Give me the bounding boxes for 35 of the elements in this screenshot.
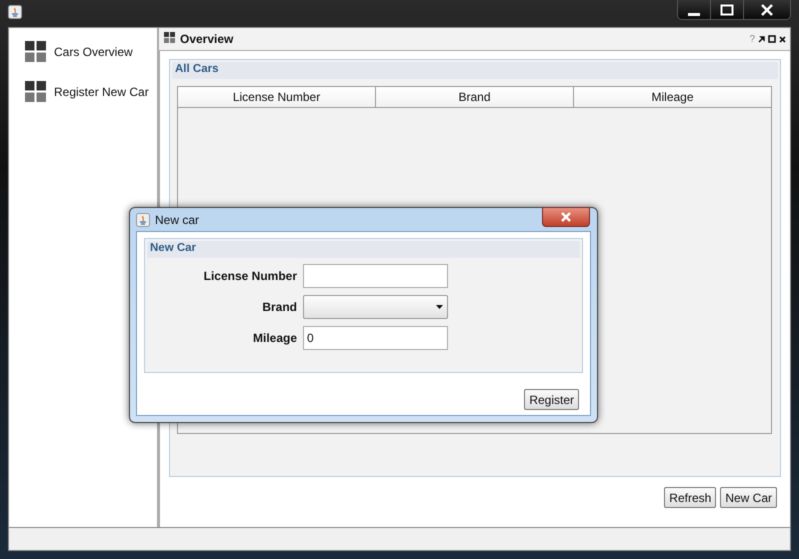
grid-icon bbox=[25, 81, 46, 102]
sidebar-item[interactable]: Register New Car bbox=[54, 84, 149, 98]
input-field[interactable]: 0 bbox=[303, 326, 448, 350]
maximize-icon bbox=[720, 2, 734, 16]
action-button[interactable]: New Car bbox=[720, 487, 777, 508]
maximize-icon[interactable] bbox=[768, 35, 776, 43]
close-icon[interactable] bbox=[779, 36, 786, 42]
column-header[interactable]: Brand bbox=[376, 87, 574, 107]
column-header[interactable]: License Number bbox=[178, 87, 376, 107]
register-button[interactable]: Register bbox=[524, 389, 579, 410]
pin-icon[interactable] bbox=[758, 36, 765, 42]
app-icon bbox=[8, 5, 22, 19]
close-button[interactable] bbox=[542, 207, 590, 227]
action-button[interactable]: Refresh bbox=[664, 487, 716, 508]
column-header[interactable]: Mileage bbox=[574, 87, 771, 107]
field-label: Mileage bbox=[252, 331, 297, 345]
field-label: Brand bbox=[261, 300, 297, 314]
close-icon bbox=[560, 212, 572, 222]
minimize-button[interactable] bbox=[678, 0, 710, 19]
field-label: License Number bbox=[202, 269, 297, 283]
caret-icon bbox=[436, 305, 443, 309]
grid-icon bbox=[164, 32, 175, 43]
dialog-title: New car bbox=[155, 212, 200, 226]
close-icon bbox=[760, 2, 774, 16]
sidebar-item[interactable]: Cars Overview bbox=[54, 44, 133, 58]
close-button[interactable] bbox=[743, 0, 790, 19]
grid-icon bbox=[25, 41, 46, 62]
dropdown[interactable] bbox=[303, 295, 448, 319]
app-icon bbox=[136, 212, 150, 226]
minimize-icon bbox=[688, 12, 700, 16]
input-field[interactable] bbox=[303, 264, 448, 288]
group-title: All Cars bbox=[172, 62, 778, 79]
maximize-button[interactable] bbox=[710, 0, 743, 19]
panel-title: Overview bbox=[180, 32, 234, 46]
group-title: New Car bbox=[147, 241, 580, 258]
